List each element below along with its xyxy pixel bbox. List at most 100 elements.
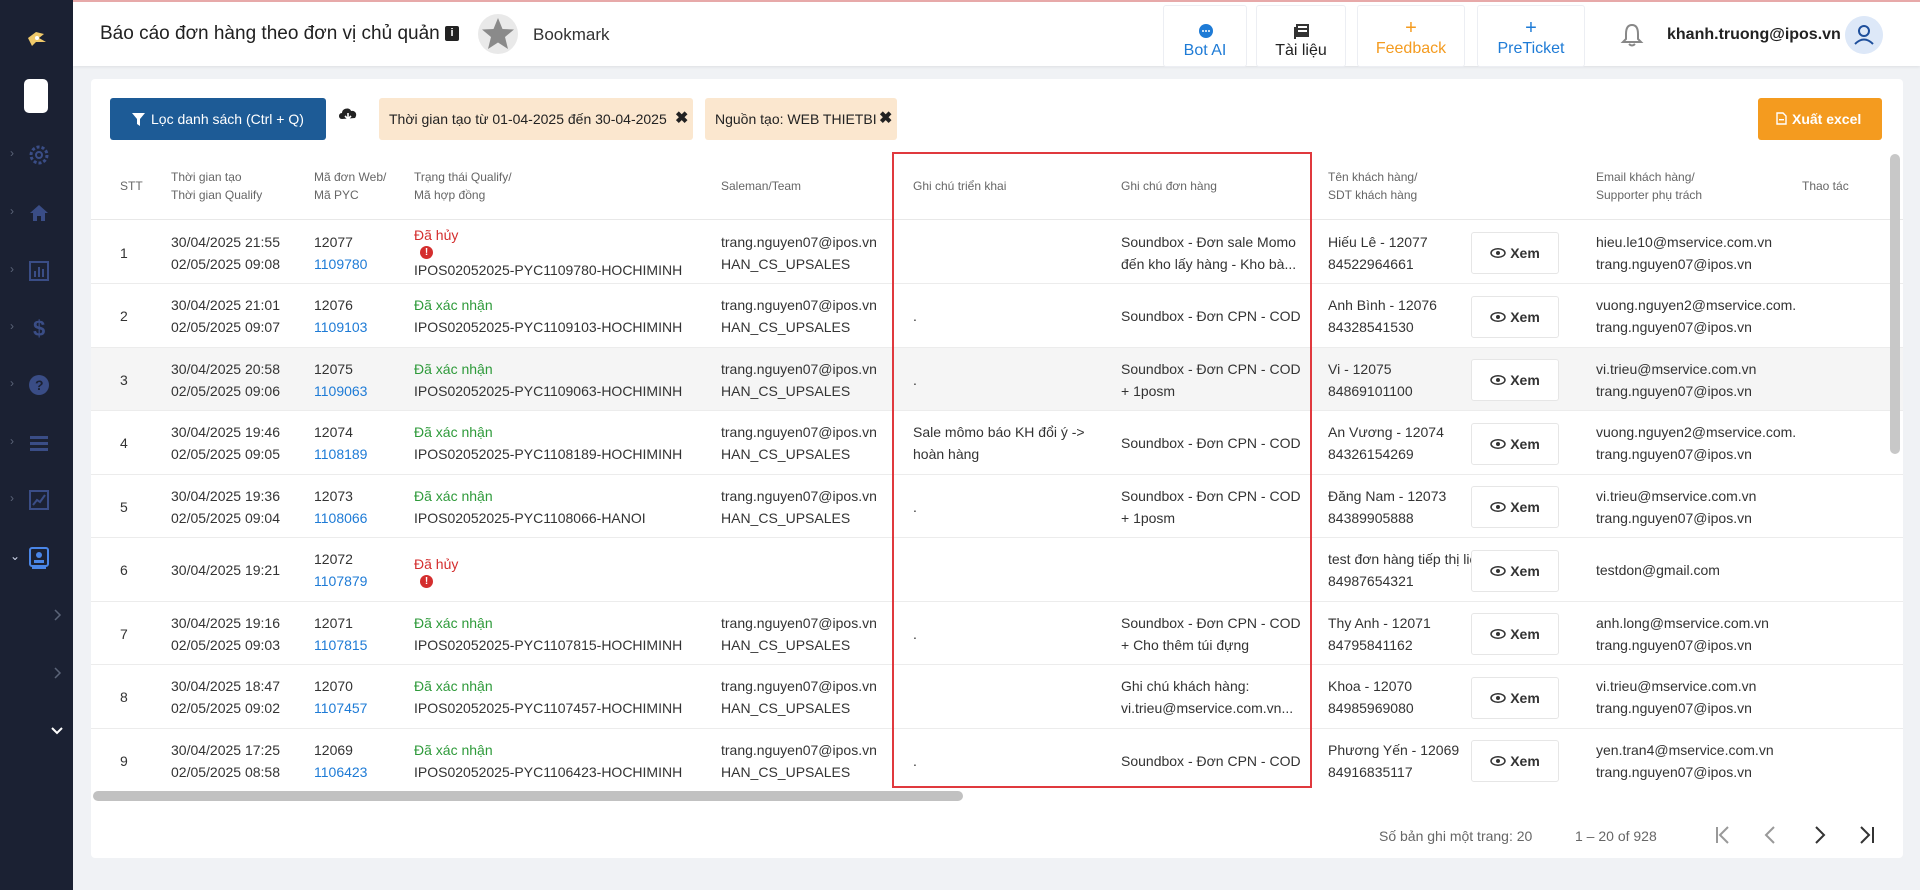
cell-col-web-pyc: 12070 1107457 xyxy=(314,666,409,729)
pyc-link[interactable]: 1106423 xyxy=(314,761,409,783)
customer-email: vuong.nguyen2@mservice.com.vn xyxy=(1596,297,1796,313)
info-icon[interactable]: i xyxy=(445,26,459,41)
pyc-link[interactable]: 1109103 xyxy=(314,316,409,338)
chevron-right-icon[interactable] xyxy=(52,666,64,680)
bookmark-star-icon[interactable] xyxy=(477,13,519,55)
view-button[interactable]: Xem xyxy=(1471,549,1559,592)
cell-col-saleman: trang.nguyen07@ipos.vn HAN_CS_UPSALES xyxy=(721,412,906,475)
sidebar-item-orders[interactable]: ⌄ xyxy=(0,537,73,577)
next-page-icon[interactable] xyxy=(1805,821,1833,849)
header-label: Ghi chú triển khai xyxy=(913,179,1007,193)
last-page-icon[interactable] xyxy=(1853,821,1881,849)
view-button[interactable]: Xem xyxy=(1471,422,1559,465)
table-row[interactable]: 2 30/04/2025 21:01 02/05/2025 09:07 12076 11… xyxy=(91,285,1903,348)
horizontal-scrollbar[interactable] xyxy=(93,791,963,801)
header-label: STT xyxy=(120,179,143,193)
customer-email: vi.trieu@mservice.com.vn xyxy=(1596,678,1757,694)
docs-button[interactable]: Tài liệu xyxy=(1256,5,1346,67)
view-button[interactable]: Xem xyxy=(1471,676,1559,719)
preticket-label: PreTicket xyxy=(1497,40,1565,57)
pyc-link[interactable]: 1108189 xyxy=(314,443,409,465)
table-row[interactable]: 4 30/04/2025 19:46 02/05/2025 09:05 12074 11… xyxy=(91,412,1903,475)
view-button[interactable]: Xem xyxy=(1471,359,1559,401)
close-icon[interactable]: ✖ xyxy=(675,98,688,140)
table-row[interactable]: 1 30/04/2025 21:55 02/05/2025 09:08 12077 11… xyxy=(91,221,1903,284)
cell-col-status-contract: Đã xác nhận IPOS02052025-PYC1109063-HOCHI… xyxy=(414,348,714,411)
bookmark-label[interactable]: Bookmark xyxy=(533,25,610,45)
pyc-link[interactable]: 1108066 xyxy=(314,507,409,529)
bot-ai-button[interactable]: Bot AI xyxy=(1163,5,1247,67)
pyc-link[interactable]: 1109063 xyxy=(314,380,409,402)
sidebar-item-list[interactable]: › xyxy=(0,422,73,462)
view-button[interactable]: Xem xyxy=(1471,232,1559,274)
table-row[interactable]: 8 30/04/2025 18:47 02/05/2025 09:02 12070 11… xyxy=(91,666,1903,729)
created-time: 30/04/2025 20:58 xyxy=(171,360,280,377)
row-number: 5 xyxy=(120,498,128,515)
bar-chart-icon xyxy=(29,261,49,281)
user-email[interactable]: khanh.truong@ipos.vn xyxy=(1667,26,1841,44)
filter-list-button[interactable]: Lọc danh sách (Ctrl + Q) xyxy=(110,98,326,140)
sidebar-item-analytics[interactable]: › xyxy=(0,479,73,519)
previous-page-icon[interactable] xyxy=(1757,821,1785,849)
saleman-email: trang.nguyen07@ipos.vn xyxy=(721,233,877,250)
sidebar-active-indicator[interactable] xyxy=(24,79,48,113)
table-row[interactable]: 7 30/04/2025 19:16 02/05/2025 09:03 12071 11… xyxy=(91,602,1903,665)
cell-col-web-pyc: 12072 1107879 xyxy=(314,539,409,602)
view-button[interactable]: Xem xyxy=(1471,486,1559,528)
created-time: 30/04/2025 17:25 xyxy=(171,741,280,758)
cell-col-stt: 2 xyxy=(120,285,160,348)
sidebar-item-finance[interactable]: › $ xyxy=(0,307,73,347)
warning-icon[interactable]: ! xyxy=(420,246,433,259)
bell-icon[interactable] xyxy=(1619,22,1645,48)
status-label: Đã xác nhận xyxy=(414,678,493,694)
feedback-button[interactable]: + Feedback xyxy=(1357,5,1465,67)
table-row[interactable]: 6 30/04/2025 19:21 12072 1107879 Đã hủy! test… xyxy=(91,539,1903,602)
deploy-note: . xyxy=(913,308,917,324)
dollar-icon: $ xyxy=(33,316,45,340)
chevron-right-icon: › xyxy=(10,204,14,218)
qualify-time: 02/05/2025 09:06 xyxy=(171,382,280,399)
sidebar-item-home[interactable]: › xyxy=(0,192,73,232)
created-time: 30/04/2025 19:46 xyxy=(171,424,280,440)
avatar[interactable] xyxy=(1845,16,1883,54)
table-row[interactable]: 3 30/04/2025 20:58 02/05/2025 09:06 12075 11… xyxy=(91,348,1903,411)
view-button[interactable]: Xem xyxy=(1471,613,1559,655)
cell-col-email-supporter: vuong.nguyen2@mservice.com.vn trang.nguye… xyxy=(1596,285,1796,348)
chevron-right-icon[interactable] xyxy=(52,608,64,622)
row-number: 9 xyxy=(120,752,128,769)
vertical-scrollbar[interactable] xyxy=(1890,154,1900,454)
deploy-note: . xyxy=(913,752,917,769)
pyc-link[interactable]: 1109780 xyxy=(314,253,409,275)
header-col-web-pyc: Mã đơn Web/Mã PYC xyxy=(314,152,409,220)
first-page-icon[interactable] xyxy=(1709,821,1737,849)
export-excel-button[interactable]: Xuất excel xyxy=(1758,98,1882,140)
cell-col-deploy-note: . xyxy=(913,348,1113,411)
preticket-button[interactable]: + PreTicket xyxy=(1477,5,1585,67)
contract-code: IPOS02052025-PYC1107815-HOCHIMINH xyxy=(414,636,683,653)
view-button[interactable]: Xem xyxy=(1471,295,1559,338)
pyc-link[interactable]: 1107815 xyxy=(314,634,409,656)
view-button[interactable]: Xem xyxy=(1471,740,1559,782)
sidebar-item-help[interactable]: › ? xyxy=(0,364,73,404)
sidebar-item-reports[interactable]: › xyxy=(0,250,73,290)
order-note: đến kho lấy hàng - Kho bà... xyxy=(1121,255,1297,272)
file-icon xyxy=(1776,112,1787,125)
home-icon xyxy=(30,205,48,221)
view-label: Xem xyxy=(1510,245,1540,261)
pyc-link[interactable]: 1107457 xyxy=(314,697,409,719)
table-row[interactable]: 5 30/04/2025 19:36 02/05/2025 09:04 12073 11… xyxy=(91,475,1903,538)
cell-col-status-contract: Đã xác nhận IPOS02052025-PYC1107815-HOCHI… xyxy=(414,602,714,665)
status-label: Đã xác nhận xyxy=(414,360,493,377)
chevron-down-icon[interactable] xyxy=(50,724,64,738)
pyc-link[interactable]: 1107879 xyxy=(314,570,409,592)
cell-col-order-note: Ghi chú khách hàng: vi.trieu@mservice.com… xyxy=(1121,666,1321,729)
table-row[interactable]: 9 30/04/2025 17:25 02/05/2025 08:58 12069 11… xyxy=(91,729,1903,783)
page-size-label[interactable]: Số bản ghi một trang: 20 xyxy=(1379,828,1532,844)
team-name: HAN_CS_UPSALES xyxy=(721,763,851,780)
warning-icon[interactable]: ! xyxy=(420,574,433,588)
app-logo-icon[interactable] xyxy=(24,26,50,52)
list-icon xyxy=(30,436,48,451)
close-icon[interactable]: ✖ xyxy=(879,98,892,140)
cloud-download-icon[interactable] xyxy=(337,104,359,126)
sidebar-item-settings[interactable]: › xyxy=(0,134,73,174)
